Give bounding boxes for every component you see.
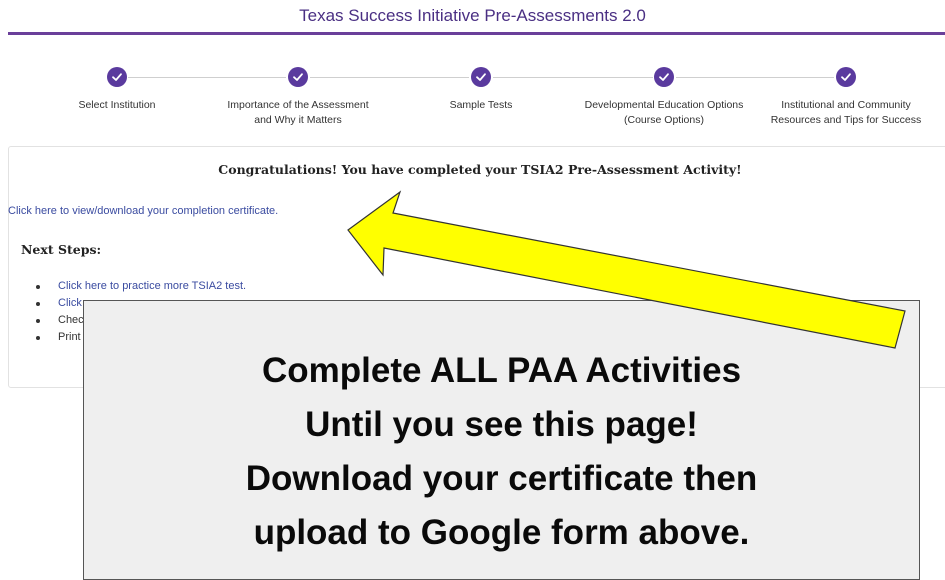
- yellow-arrow-icon: [347, 190, 906, 349]
